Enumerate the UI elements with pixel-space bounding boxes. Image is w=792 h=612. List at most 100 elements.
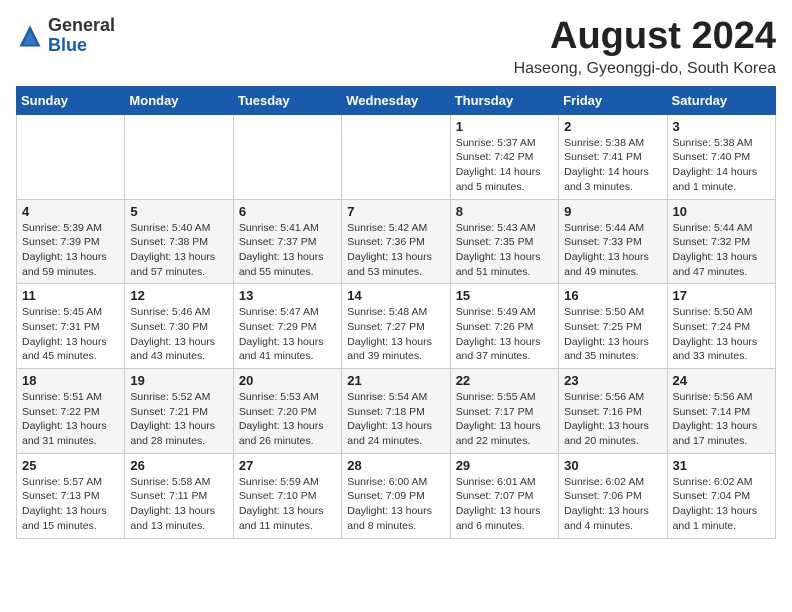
day-number: 12	[130, 288, 227, 303]
calendar-week-1: 1Sunrise: 5:37 AM Sunset: 7:42 PM Daylig…	[17, 114, 776, 199]
calendar-cell: 10 Sunrise: 5:44 AM Sunset: 7:32 PM Dayli…	[667, 199, 775, 284]
location-subtitle: Haseong, Gyeonggi-do, South Korea	[514, 60, 776, 78]
calendar-cell	[342, 114, 450, 199]
day-number: 13	[239, 288, 336, 303]
day-number: 21	[347, 373, 444, 388]
calendar-cell: 16Sunrise: 5:50 AM Sunset: 7:25 PM Dayli…	[559, 284, 667, 369]
day-info: Sunrise: 5:44 AM Sunset: 7:32 PM Dayligh…	[673, 221, 770, 280]
day-info: Sunrise: 5:50 AM Sunset: 7:24 PM Dayligh…	[673, 305, 770, 364]
day-info: Sunrise: 5:43 AM Sunset: 7:35 PM Dayligh…	[456, 221, 553, 280]
calendar-cell	[233, 114, 341, 199]
day-info: Sunrise: 5:59 AM Sunset: 7:10 PM Dayligh…	[239, 475, 336, 534]
calendar-table: SundayMondayTuesdayWednesdayThursdayFrid…	[16, 86, 776, 539]
day-number: 4	[22, 204, 119, 219]
day-number: 30	[564, 458, 661, 473]
day-info: Sunrise: 5:56 AM Sunset: 7:16 PM Dayligh…	[564, 390, 661, 449]
day-info: Sunrise: 5:41 AM Sunset: 7:37 PM Dayligh…	[239, 221, 336, 280]
calendar-cell: 20Sunrise: 5:53 AM Sunset: 7:20 PM Dayli…	[233, 369, 341, 454]
day-number: 20	[239, 373, 336, 388]
day-number: 19	[130, 373, 227, 388]
calendar-cell: 7Sunrise: 5:42 AM Sunset: 7:36 PM Daylig…	[342, 199, 450, 284]
day-number: 14	[347, 288, 444, 303]
day-info: Sunrise: 5:51 AM Sunset: 7:22 PM Dayligh…	[22, 390, 119, 449]
day-number: 18	[22, 373, 119, 388]
logo: General Blue	[16, 16, 115, 56]
weekday-header-monday: Monday	[125, 86, 233, 114]
calendar-cell: 3Sunrise: 5:38 AM Sunset: 7:40 PM Daylig…	[667, 114, 775, 199]
day-info: Sunrise: 5:38 AM Sunset: 7:41 PM Dayligh…	[564, 136, 661, 195]
day-number: 26	[130, 458, 227, 473]
calendar-cell: 8 Sunrise: 5:43 AM Sunset: 7:35 PM Daylig…	[450, 199, 558, 284]
month-year-title: August 2024	[514, 16, 776, 58]
day-info: Sunrise: 5:56 AM Sunset: 7:14 PM Dayligh…	[673, 390, 770, 449]
calendar-cell: 15 Sunrise: 5:49 AM Sunset: 7:26 PM Dayli…	[450, 284, 558, 369]
day-number: 23	[564, 373, 661, 388]
calendar-cell: 22 Sunrise: 5:55 AM Sunset: 7:17 PM Dayli…	[450, 369, 558, 454]
day-info: Sunrise: 5:47 AM Sunset: 7:29 PM Dayligh…	[239, 305, 336, 364]
day-number: 24	[673, 373, 770, 388]
calendar-cell: 21Sunrise: 5:54 AM Sunset: 7:18 PM Dayli…	[342, 369, 450, 454]
calendar-cell: 18 Sunrise: 5:51 AM Sunset: 7:22 PM Dayli…	[17, 369, 125, 454]
calendar-cell: 29Sunrise: 6:01 AM Sunset: 7:07 PM Dayli…	[450, 453, 558, 538]
day-number: 15	[456, 288, 553, 303]
day-info: Sunrise: 5:52 AM Sunset: 7:21 PM Dayligh…	[130, 390, 227, 449]
calendar-cell: 31Sunrise: 6:02 AM Sunset: 7:04 PM Dayli…	[667, 453, 775, 538]
calendar-cell: 19 Sunrise: 5:52 AM Sunset: 7:21 PM Dayli…	[125, 369, 233, 454]
day-info: Sunrise: 6:00 AM Sunset: 7:09 PM Dayligh…	[347, 475, 444, 534]
weekday-header-row: SundayMondayTuesdayWednesdayThursdayFrid…	[17, 86, 776, 114]
day-number: 29	[456, 458, 553, 473]
calendar-cell: 14 Sunrise: 5:48 AM Sunset: 7:27 PM Dayli…	[342, 284, 450, 369]
calendar-cell	[125, 114, 233, 199]
day-number: 2	[564, 119, 661, 134]
calendar-cell: 2 Sunrise: 5:38 AM Sunset: 7:41 PM Daylig…	[559, 114, 667, 199]
day-info: Sunrise: 5:49 AM Sunset: 7:26 PM Dayligh…	[456, 305, 553, 364]
calendar-cell: 30 Sunrise: 6:02 AM Sunset: 7:06 PM Dayli…	[559, 453, 667, 538]
calendar-cell: 26 Sunrise: 5:58 AM Sunset: 7:11 PM Dayli…	[125, 453, 233, 538]
day-info: Sunrise: 5:42 AM Sunset: 7:36 PM Dayligh…	[347, 221, 444, 280]
day-info: Sunrise: 5:37 AM Sunset: 7:42 PM Dayligh…	[456, 136, 553, 195]
calendar-cell: 1Sunrise: 5:37 AM Sunset: 7:42 PM Daylig…	[450, 114, 558, 199]
day-number: 16	[564, 288, 661, 303]
day-info: Sunrise: 5:39 AM Sunset: 7:39 PM Dayligh…	[22, 221, 119, 280]
day-number: 3	[673, 119, 770, 134]
weekday-header-sunday: Sunday	[17, 86, 125, 114]
page-header: General Blue August 2024 Haseong, Gyeong…	[16, 16, 776, 78]
calendar-cell: 5 Sunrise: 5:40 AM Sunset: 7:38 PM Daylig…	[125, 199, 233, 284]
calendar-cell: 6 Sunrise: 5:41 AM Sunset: 7:37 PM Daylig…	[233, 199, 341, 284]
weekday-header-tuesday: Tuesday	[233, 86, 341, 114]
calendar-cell: 12 Sunrise: 5:46 AM Sunset: 7:30 PM Dayli…	[125, 284, 233, 369]
day-number: 17	[673, 288, 770, 303]
calendar-week-4: 18 Sunrise: 5:51 AM Sunset: 7:22 PM Dayli…	[17, 369, 776, 454]
day-info: Sunrise: 5:40 AM Sunset: 7:38 PM Dayligh…	[130, 221, 227, 280]
day-info: Sunrise: 5:58 AM Sunset: 7:11 PM Dayligh…	[130, 475, 227, 534]
day-info: Sunrise: 5:45 AM Sunset: 7:31 PM Dayligh…	[22, 305, 119, 364]
title-block: August 2024 Haseong, Gyeonggi-do, South …	[514, 16, 776, 78]
day-number: 6	[239, 204, 336, 219]
weekday-header-thursday: Thursday	[450, 86, 558, 114]
calendar-week-2: 4 Sunrise: 5:39 AM Sunset: 7:39 PM Daylig…	[17, 199, 776, 284]
calendar-cell: 27 Sunrise: 5:59 AM Sunset: 7:10 PM Dayli…	[233, 453, 341, 538]
day-number: 27	[239, 458, 336, 473]
day-number: 9	[564, 204, 661, 219]
calendar-cell: 13 Sunrise: 5:47 AM Sunset: 7:29 PM Dayli…	[233, 284, 341, 369]
day-number: 28	[347, 458, 444, 473]
weekday-header-friday: Friday	[559, 86, 667, 114]
calendar-cell: 24 Sunrise: 5:56 AM Sunset: 7:14 PM Dayli…	[667, 369, 775, 454]
day-info: Sunrise: 5:44 AM Sunset: 7:33 PM Dayligh…	[564, 221, 661, 280]
logo-blue-text: Blue	[48, 35, 87, 55]
calendar-cell: 11Sunrise: 5:45 AM Sunset: 7:31 PM Dayli…	[17, 284, 125, 369]
day-info: Sunrise: 6:02 AM Sunset: 7:06 PM Dayligh…	[564, 475, 661, 534]
day-number: 31	[673, 458, 770, 473]
day-number: 8	[456, 204, 553, 219]
calendar-cell: 9 Sunrise: 5:44 AM Sunset: 7:33 PM Daylig…	[559, 199, 667, 284]
day-info: Sunrise: 5:46 AM Sunset: 7:30 PM Dayligh…	[130, 305, 227, 364]
day-number: 10	[673, 204, 770, 219]
day-info: Sunrise: 5:55 AM Sunset: 7:17 PM Dayligh…	[456, 390, 553, 449]
weekday-header-saturday: Saturday	[667, 86, 775, 114]
logo-icon	[16, 22, 44, 50]
day-number: 5	[130, 204, 227, 219]
calendar-cell: 23 Sunrise: 5:56 AM Sunset: 7:16 PM Dayli…	[559, 369, 667, 454]
day-number: 22	[456, 373, 553, 388]
day-info: Sunrise: 5:48 AM Sunset: 7:27 PM Dayligh…	[347, 305, 444, 364]
logo-general-text: General	[48, 15, 115, 35]
